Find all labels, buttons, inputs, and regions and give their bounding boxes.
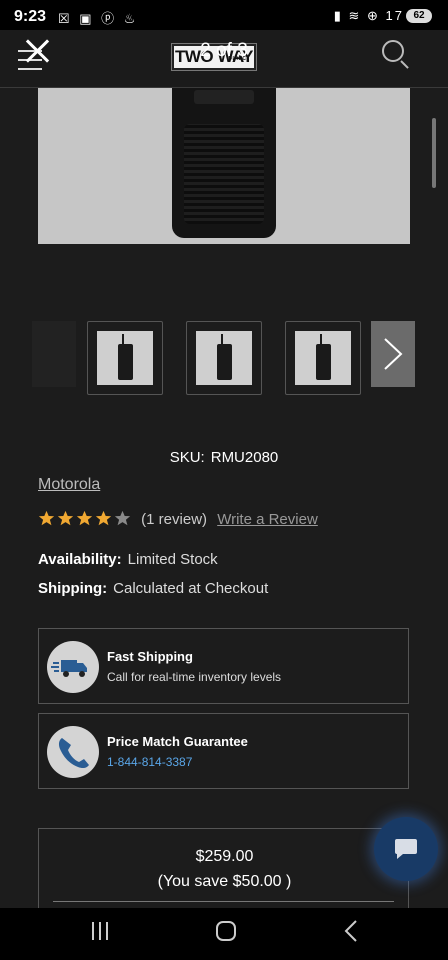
radio-image (172, 88, 276, 238)
divider (53, 901, 394, 902)
home-icon[interactable] (216, 921, 236, 941)
system-icons: ▮ ≋ ⊕ 17 (333, 8, 404, 23)
sku-label: SKU: (169, 449, 205, 466)
phone-icon (47, 726, 99, 778)
write-review-link[interactable]: Write a Review (217, 511, 318, 528)
price-match-box: Price Match Guarantee 1-844-814-3387 (38, 713, 409, 789)
thumbnail-2[interactable] (186, 321, 262, 395)
phone-number-link[interactable]: 1-844-814-3387 (107, 755, 192, 769)
delivery-truck-icon (47, 641, 99, 693)
star-rating (38, 510, 133, 528)
availability-row: Availability: Limited Stock (38, 551, 218, 568)
system-nav-bar (0, 908, 448, 960)
chat-button[interactable] (374, 817, 438, 881)
sku-line: SKU: RMU2080 (0, 449, 448, 466)
thumbnail-1[interactable] (87, 321, 163, 395)
review-count[interactable]: (1 review) (141, 511, 207, 528)
shipping-value: Calculated at Checkout (113, 580, 269, 597)
star-empty-icon (114, 510, 131, 526)
star-filled-icon (76, 510, 93, 526)
rating-row: (1 review) Write a Review (38, 510, 318, 532)
notification-icons: ☒ ▣ ⓟ ♨ (58, 11, 139, 26)
product-main-image[interactable] (38, 88, 410, 244)
star-filled-icon (95, 510, 112, 526)
thumbnail-3[interactable] (285, 321, 361, 395)
shipping-label: Shipping: (38, 580, 108, 597)
status-bar: 9:23 ☒ ▣ ⓟ ♨ ▮ ≋ ⊕ 17 62 (0, 0, 448, 30)
price: $259.00 (195, 848, 254, 865)
shipping-row: Shipping: Calculated at Checkout (38, 580, 268, 597)
thumbnail-strip (0, 318, 448, 398)
scrollbar[interactable] (432, 118, 436, 188)
sku-value: RMU2080 (210, 449, 279, 466)
availability-label: Availability: (38, 551, 122, 568)
battery-icon: 62 (406, 9, 432, 23)
image-counter: 2 of 3 (200, 40, 248, 61)
back-icon[interactable] (344, 919, 358, 943)
feature-subtitle: Call for real-time inventory levels (107, 670, 282, 684)
fast-shipping-box: Fast Shipping Call for real-time invento… (38, 628, 409, 704)
savings-text: (You save $50.00 ) (157, 873, 292, 890)
feature-title: Price Match Guarantee (107, 734, 248, 749)
recent-apps-icon[interactable] (92, 922, 110, 940)
star-filled-icon (38, 510, 55, 526)
thumbnail-partial[interactable] (32, 321, 76, 387)
brand-link[interactable]: Motorola (38, 476, 100, 494)
next-thumbnail-button[interactable] (371, 321, 415, 387)
feature-title: Fast Shipping (107, 649, 193, 664)
star-filled-icon (57, 510, 74, 526)
chevron-right-icon (384, 338, 403, 370)
chat-bubble-icon (395, 839, 417, 859)
availability-value: Limited Stock (127, 551, 218, 568)
status-time: 9:23 (14, 8, 47, 25)
